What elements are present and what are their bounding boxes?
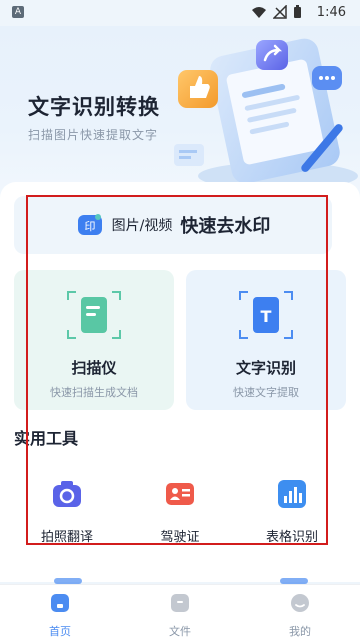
no-signal-icon	[273, 5, 287, 19]
hero-title: 文字识别转换	[28, 95, 160, 119]
user-icon	[291, 594, 309, 612]
highlight-box	[26, 195, 328, 545]
clock: 1:46	[316, 5, 346, 20]
nav-label: 我的	[289, 625, 311, 638]
nav-label: 首页	[49, 625, 71, 638]
nav-label: 文件	[169, 625, 191, 638]
file-box-icon	[171, 594, 189, 612]
status-bar: A 1:46	[0, 0, 360, 26]
nav-files[interactable]: 文件	[150, 593, 210, 639]
hero-subtitle: 扫描图片快速提取文字	[28, 128, 159, 142]
app-notification-icon: A	[12, 6, 24, 18]
home-icon	[51, 594, 69, 612]
battery-icon	[294, 5, 301, 18]
wifi-icon	[252, 7, 266, 18]
nav-profile[interactable]: 我的	[270, 593, 330, 639]
bottom-nav: 首页 文件 我的	[0, 584, 360, 641]
nav-home[interactable]: 首页	[30, 593, 90, 639]
hero-illustration	[174, 38, 358, 190]
system-icons	[251, 5, 302, 19]
hero-banner: 文字识别转换 扫描图片快速提取文字	[0, 26, 360, 196]
